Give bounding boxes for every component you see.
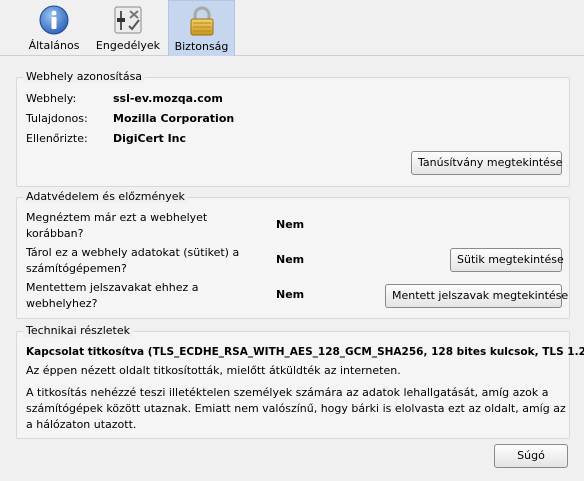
saved-passwords-answer: Nem: [276, 288, 305, 301]
site-identity-title: Webhely azonosítása: [23, 70, 146, 83]
page-encrypted-text: Az éppen nézett oldalt titkosították, mi…: [26, 364, 401, 377]
visited-before-question: Megnéztem már ezt a webhelyet korábban?: [26, 211, 208, 240]
website-row: Webhely: ssl-ev.mozqa.com: [26, 92, 223, 105]
tab-toolbar: Általános Engedélyek Biztonság: [0, 0, 584, 56]
visited-before-answer: Nem: [276, 218, 305, 231]
permissions-icon: [114, 6, 142, 34]
stores-cookies-answer: Nem: [276, 253, 305, 266]
website-label: Webhely:: [26, 92, 77, 105]
view-certificate-button[interactable]: Tanúsítvány megtekintése: [411, 151, 562, 175]
info-icon: [39, 5, 69, 35]
owner-row: Tulajdonos: Mozilla Corporation: [26, 112, 234, 125]
website-value: ssl-ev.mozqa.com: [113, 92, 223, 105]
privacy-history-group: Adatvédelem és előzmények Megnéztem már …: [16, 190, 570, 319]
help-button[interactable]: Súgó: [494, 444, 568, 468]
verifier-row: Ellenőrizte: DigiCert Inc: [26, 132, 186, 145]
tab-security-label: Biztonság: [174, 40, 229, 53]
tab-permissions-label: Engedélyek: [95, 39, 161, 52]
view-saved-passwords-button[interactable]: Mentett jelszavak megtekintése: [385, 284, 568, 308]
tab-security[interactable]: Biztonság: [168, 0, 235, 56]
verifier-label: Ellenőrizte:: [26, 132, 88, 145]
tab-general[interactable]: Általános: [24, 0, 84, 56]
technical-details-group: Technikai részletek Kapcsolat titkosítva…: [16, 324, 584, 439]
owner-value: Mozilla Corporation: [113, 112, 235, 125]
connection-encrypted-text: Kapcsolat titkosítva (TLS_ECDHE_RSA_WITH…: [26, 346, 584, 358]
privacy-history-title: Adatvédelem és előzmények: [23, 190, 188, 203]
tab-permissions[interactable]: Engedélyek: [94, 0, 162, 56]
tab-general-label: Általános: [28, 39, 80, 52]
saved-passwords-question: Mentettem jelszavakat ehhez a webhelyhez…: [26, 281, 199, 310]
view-cookies-button[interactable]: Sütik megtekintése: [450, 248, 564, 272]
lock-icon: [190, 6, 213, 36]
owner-label: Tulajdonos:: [26, 112, 88, 125]
verifier-value: DigiCert Inc: [113, 132, 187, 145]
technical-details-title: Technikai részletek: [23, 324, 133, 337]
encryption-explanation-text: A titkosítás nehézzé teszi illetéktelen …: [26, 386, 566, 431]
site-identity-group: Webhely azonosítása Webhely: ssl-ev.mozqa…: [16, 70, 570, 187]
stores-cookies-question: Tárol ez a webhely adatokat (sütiket) a …: [26, 246, 240, 275]
